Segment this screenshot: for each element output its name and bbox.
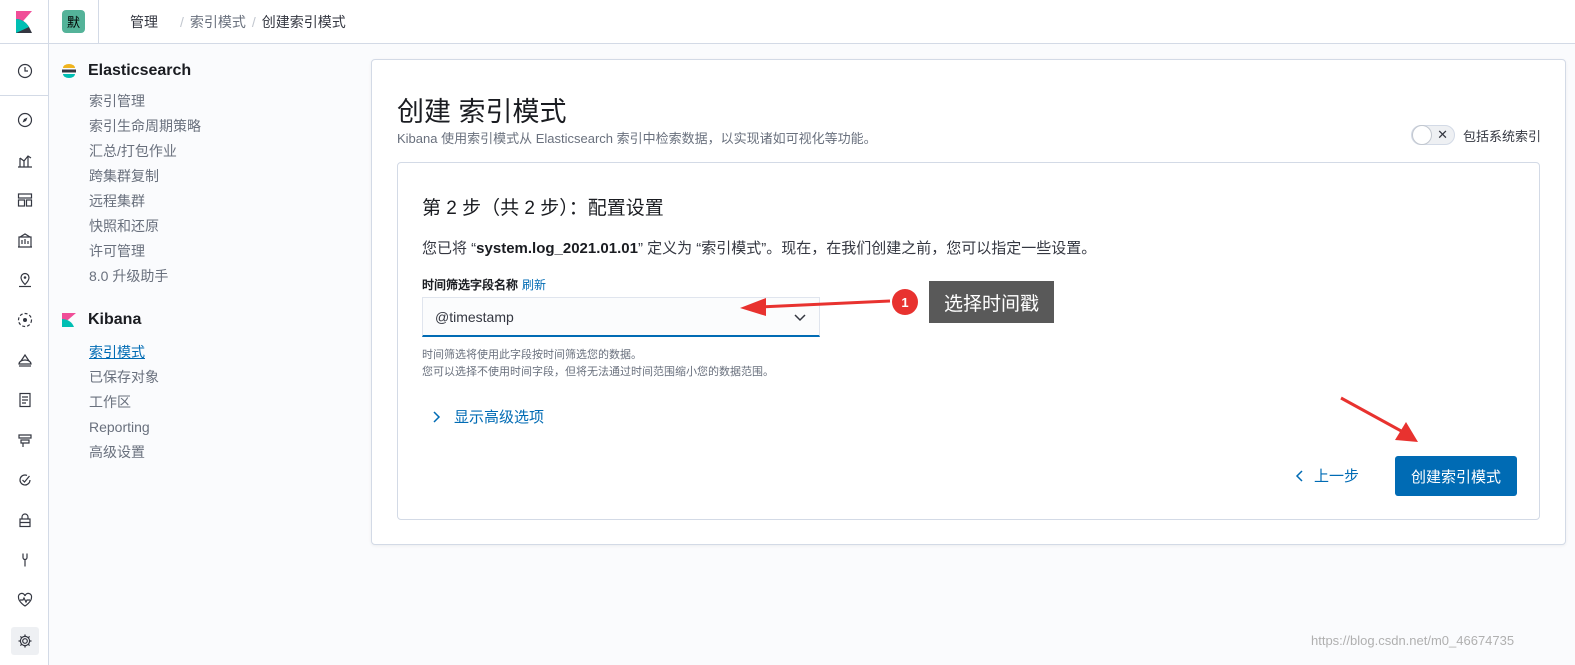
advanced-options-label: 显示高级选项 — [454, 409, 545, 426]
uptime-icon[interactable] — [15, 470, 35, 490]
sidebar-item-snapshot[interactable]: 快照和还原 — [89, 214, 352, 239]
kibana-logo[interactable] — [0, 0, 49, 44]
breadcrumb-create-index-pattern: 创建索引模式 — [261, 13, 346, 30]
close-icon: ✕ — [1437, 127, 1448, 142]
step-description: 您已将 “system.log_2021.01.01” 定义为 “索引模式”。现… — [422, 237, 1096, 258]
top-header-bar: 默 管理 / 索引模式 / 创建索引模式 — [0, 0, 1575, 44]
ml-icon[interactable] — [15, 310, 35, 330]
header-divider — [98, 0, 99, 44]
space-avatar[interactable]: 默 — [62, 10, 85, 33]
sidenav-group-kibana: Kibana — [62, 309, 352, 331]
chevron-left-icon — [1295, 469, 1303, 482]
breadcrumb-separator: / — [251, 13, 256, 30]
sidenav-group-title: Elasticsearch — [88, 62, 192, 79]
sidebar-item-license[interactable]: 许可管理 — [89, 239, 352, 264]
kibana-small-logo-icon — [62, 313, 76, 327]
dashboard-icon[interactable] — [15, 190, 35, 210]
time-field-value: @timestamp — [435, 308, 514, 325]
gear-icon[interactable] — [11, 627, 39, 655]
visualize-icon[interactable] — [15, 150, 35, 170]
sidenav-group-elasticsearch: Elasticsearch — [62, 60, 352, 82]
maps-icon[interactable] — [15, 270, 35, 290]
sidebar-item-remote-clusters[interactable]: 远程集群 — [89, 189, 352, 214]
step-desc-prefix: 您已将 “ — [422, 240, 477, 257]
clock-icon[interactable] — [15, 61, 35, 81]
monitoring-icon[interactable] — [15, 590, 35, 610]
sidebar-item-ccr[interactable]: 跨集群复制 — [89, 164, 352, 189]
nav-rail — [0, 44, 49, 665]
show-advanced-options[interactable]: 显示高级选项 — [432, 406, 544, 427]
sidebar-item-saved-objects[interactable]: 已保存对象 — [89, 365, 352, 390]
page-description: Kibana 使用索引模式从 Elasticsearch 索引中检索数据，以实现… — [397, 131, 877, 146]
breadcrumb-separator: / — [180, 13, 184, 30]
time-field-label-text: 时间筛选字段名称 — [422, 278, 519, 292]
step-desc-suffix: ” 定义为 “索引模式”。现在，在我们创建之前，您可以指定一些设置。 — [637, 240, 1097, 257]
siem-lock-icon[interactable] — [15, 510, 35, 530]
breadcrumb-management[interactable]: 管理 — [130, 12, 158, 32]
chevron-down-icon — [794, 314, 806, 322]
breadcrumb: 管理 / 索引模式 / 创建索引模式 — [130, 12, 346, 32]
apm-icon[interactable] — [15, 430, 35, 450]
kibana-logo-icon — [16, 10, 32, 33]
annotation-number-badge: 1 — [892, 289, 918, 315]
watermark: https://blog.csdn.net/m0_46674735 — [1311, 633, 1515, 648]
dev-tools-icon[interactable] — [15, 550, 35, 570]
include-system-indices-toggle[interactable]: ✕ — [1410, 125, 1455, 145]
rail-divider — [0, 95, 49, 96]
infrastructure-icon[interactable] — [15, 350, 35, 370]
time-field-select[interactable]: @timestamp — [422, 297, 820, 337]
elasticsearch-logo-icon — [62, 64, 76, 78]
index-pattern-name: system.log_2021.01.01 — [476, 240, 638, 257]
sidebar-item-reporting[interactable]: Reporting — [89, 415, 352, 440]
step-title: 第 2 步（共 2 步）：配置设置 — [422, 198, 664, 219]
sidebar-item-index-patterns[interactable]: 索引模式 — [89, 340, 352, 365]
sidenav-group-title: Kibana — [88, 311, 142, 328]
sidebar-item-rollup[interactable]: 汇总/打包作业 — [89, 139, 352, 164]
canvas-icon[interactable] — [15, 230, 35, 250]
toggle-knob — [1411, 125, 1432, 145]
breadcrumb-index-patterns[interactable]: 索引模式 — [190, 12, 246, 32]
create-index-pattern-button[interactable]: 创建索引模式 — [1395, 456, 1517, 496]
page-title: 创建 索引模式 — [397, 97, 567, 127]
step-card: 第 2 步（共 2 步）：配置设置 您已将 “system.log_2021.0… — [397, 162, 1540, 520]
refresh-link[interactable]: 刷新 — [522, 278, 546, 292]
back-button[interactable]: 上一步 — [1294, 465, 1359, 486]
sidebar-item-ilm[interactable]: 索引生命周期策略 — [89, 114, 352, 139]
chevron-right-icon — [433, 410, 441, 423]
logs-icon[interactable] — [15, 390, 35, 410]
help-line: 您可以选择不使用时间字段，但将无法通过时间范围缩小您的数据范围。 — [422, 366, 774, 378]
compass-icon[interactable] — [15, 110, 35, 130]
back-button-label: 上一步 — [1314, 468, 1360, 485]
time-field-help: 时间筛选将使用此字段按时间筛选您的数据。 您可以选择不使用时间字段，但将无法通过… — [422, 347, 774, 381]
management-sidenav: Elasticsearch 索引管理 索引生命周期策略 汇总/打包作业 跨集群复… — [62, 60, 352, 465]
include-system-indices: ✕ 包括系统索引 — [1410, 125, 1541, 145]
sidebar-item-spaces[interactable]: 工作区 — [89, 390, 352, 415]
help-line: 时间筛选将使用此字段按时间筛选您的数据。 — [422, 349, 642, 361]
sidebar-item-advanced-settings[interactable]: 高级设置 — [89, 440, 352, 465]
annotation-callout: 选择时间戳 — [929, 281, 1054, 323]
sidebar-item-index-management[interactable]: 索引管理 — [89, 89, 352, 114]
toggle-label: 包括系统索引 — [1462, 128, 1541, 144]
time-field-label: 时间筛选字段名称 刷新 — [422, 276, 546, 293]
sidebar-item-upgrade-assistant[interactable]: 8.0 升级助手 — [89, 264, 352, 289]
